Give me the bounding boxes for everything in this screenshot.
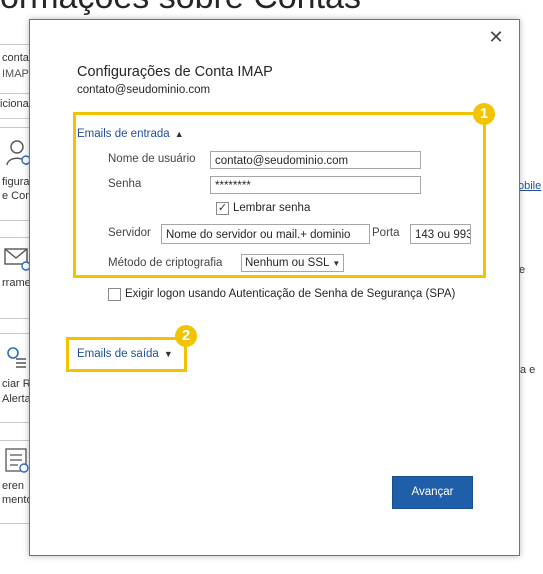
account-selector-text-2: IMAP (2, 68, 29, 80)
background-page-title: ormações sobre Contas (0, 0, 361, 17)
annotation-badge-2: 2 (175, 325, 197, 347)
rules-gear-icon (7, 347, 26, 368)
spa-checkbox[interactable] (108, 288, 121, 301)
rules-text-right: a e (520, 364, 536, 376)
dialog-account-address: contato@seudominio.com (77, 84, 211, 96)
outgoing-highlight-box (66, 337, 187, 372)
account-selector-text-1: conta (2, 52, 29, 64)
rules-alerts-text-1: ciar R (2, 378, 31, 390)
add-account-text[interactable]: icional (0, 98, 31, 110)
close-icon[interactable]: ✕ (487, 28, 505, 46)
imap-settings-dialog: ✕ Configurações de Conta IMAP contato@se… (29, 19, 520, 556)
user-settings-icon (6, 140, 31, 166)
manage-text-2: mento (2, 494, 33, 506)
next-button[interactable]: Avançar (392, 476, 473, 509)
annotation-badge-1: 1 (473, 103, 495, 125)
dialog-title: Configurações de Conta IMAP (77, 64, 273, 80)
divider (0, 118, 30, 119)
tools-text: rrame (2, 277, 31, 289)
manage-list-icon (5, 448, 29, 473)
envelope-settings-icon (4, 248, 31, 271)
incoming-highlight-box (73, 112, 486, 278)
rules-alerts-text-2: Alerta (2, 393, 31, 405)
mobile-link[interactable]: obile (518, 180, 541, 192)
spa-label: Exigir logon usando Autenticação de Senh… (125, 288, 456, 300)
manage-text-1: eren (2, 480, 25, 492)
configure-account-text-1: figura (2, 176, 30, 188)
